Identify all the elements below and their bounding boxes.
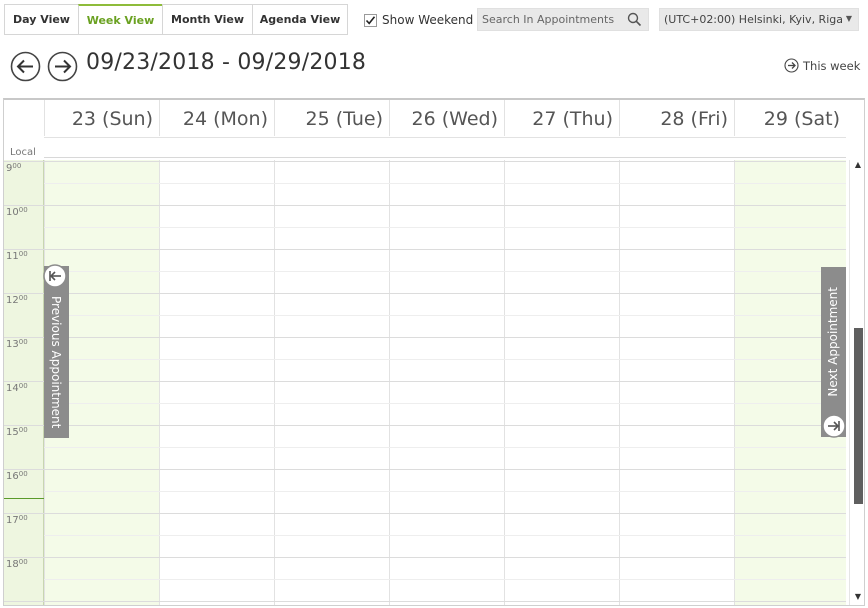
day-header-sat: 29 (Sat) xyxy=(734,100,846,136)
scroll-down-arrow-icon[interactable]: ▼ xyxy=(852,592,864,602)
hour-grid-line xyxy=(4,161,846,162)
current-time-indicator xyxy=(4,498,44,499)
day-header-tue: 25 (Tue) xyxy=(274,100,389,136)
hour-grid-line xyxy=(4,337,846,338)
half-hour-line xyxy=(44,491,846,492)
hour-label: 900 xyxy=(6,162,22,174)
hour-label: 1500 xyxy=(6,426,28,438)
hour-label: 1100 xyxy=(6,250,28,262)
hour-label: 1200 xyxy=(6,294,28,306)
day-header-sun: 23 (Sun) xyxy=(44,100,159,136)
hour-grid-line xyxy=(4,381,846,382)
tab-agenda-view[interactable]: Agenda View xyxy=(252,4,348,35)
week-scheduler: 23 (Sun) 24 (Mon) 25 (Tue) 26 (Wed) 27 (… xyxy=(3,98,865,606)
previous-appointment-button[interactable]: Previous Appointment xyxy=(43,264,69,438)
half-hour-line xyxy=(44,447,846,448)
next-week-button[interactable] xyxy=(47,51,78,82)
show-weekend-label: Show Weekend xyxy=(382,13,474,27)
next-appointment-button[interactable]: Next Appointment xyxy=(821,267,846,438)
half-hour-line xyxy=(44,579,846,580)
arrow-right-bar-icon xyxy=(822,414,846,438)
tab-day-view[interactable]: Day View xyxy=(4,4,79,35)
timezone-value: (UTC+02:00) Helsinki, Kyiv, Riga, xyxy=(664,13,842,26)
search-icon[interactable] xyxy=(626,11,644,29)
timezone-dropdown[interactable]: (UTC+02:00) Helsinki, Kyiv, Riga, ▼ xyxy=(659,8,859,31)
arrow-right-circle-icon xyxy=(47,51,78,82)
hour-grid-line xyxy=(4,425,846,426)
date-range-title: 09/23/2018 - 09/29/2018 xyxy=(86,50,367,75)
day-header-mon: 24 (Mon) xyxy=(159,100,274,136)
half-hour-line xyxy=(44,227,846,228)
hour-grid-line xyxy=(4,469,846,470)
day-header-thu: 27 (Thu) xyxy=(504,100,619,136)
hour-label: 1300 xyxy=(6,338,28,350)
hour-grid-line xyxy=(4,513,846,514)
toolbar: Day View Week View Month View Agenda Vie… xyxy=(0,0,868,38)
show-weekend-checkbox[interactable] xyxy=(364,13,377,27)
this-week-label: This week xyxy=(803,58,861,73)
search-box xyxy=(477,8,649,31)
half-hour-line xyxy=(44,183,846,184)
hour-grid-line xyxy=(4,557,846,558)
show-weekend-toggle[interactable]: Show Weekend xyxy=(364,12,473,28)
next-appointment-label: Next Appointment xyxy=(826,287,840,397)
arrow-left-circle-icon xyxy=(10,51,41,82)
hour-label: 1700 xyxy=(6,514,28,526)
checkmark-icon xyxy=(365,15,376,25)
previous-appointment-label: Previous Appointment xyxy=(49,296,63,429)
hour-grid-line xyxy=(4,249,846,250)
hour-grid-line xyxy=(4,293,846,294)
tab-week-view[interactable]: Week View xyxy=(78,4,163,35)
search-input[interactable] xyxy=(478,9,624,30)
scrollbar-thumb[interactable] xyxy=(854,328,863,504)
hour-label: 1000 xyxy=(6,206,28,218)
half-hour-line xyxy=(44,271,846,272)
hour-label: 1400 xyxy=(6,382,28,394)
day-header-wed: 26 (Wed) xyxy=(389,100,504,136)
day-header-fri: 28 (Fri) xyxy=(619,100,734,136)
half-hour-line xyxy=(44,315,846,316)
hour-grid-line xyxy=(4,601,846,602)
arrow-right-small-circle-icon xyxy=(784,58,799,73)
tab-month-view[interactable]: Month View xyxy=(162,4,253,35)
hour-grid-line xyxy=(4,205,846,206)
arrow-left-bar-icon xyxy=(43,264,67,288)
vertical-scrollbar[interactable]: ▲ ▼ xyxy=(849,160,864,605)
chevron-down-icon: ▼ xyxy=(845,14,852,23)
timezone-column-label: Local xyxy=(10,147,36,158)
this-week-link[interactable]: This week xyxy=(784,58,860,73)
scroll-up-arrow-icon[interactable]: ▲ xyxy=(852,160,864,170)
hour-label: 1600 xyxy=(6,470,28,482)
hour-label: 1800 xyxy=(6,558,28,570)
previous-week-button[interactable] xyxy=(10,51,41,82)
half-hour-line xyxy=(44,535,846,536)
half-hour-line xyxy=(44,359,846,360)
half-hour-line xyxy=(44,403,846,404)
all-day-row[interactable] xyxy=(44,137,846,158)
